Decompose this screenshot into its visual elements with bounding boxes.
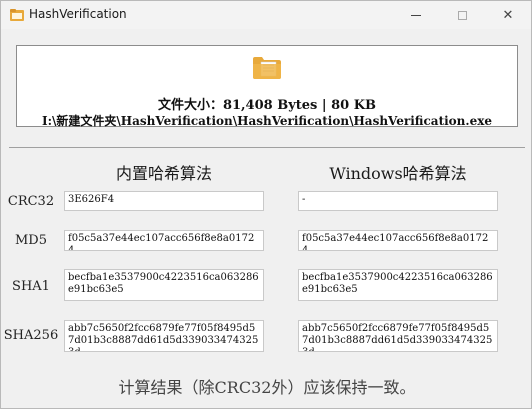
- windows-md5-field[interactable]: f05c5a37e44ec107acc656f8e8a01724: [298, 230, 498, 251]
- close-button[interactable]: ✕: [485, 1, 531, 29]
- close-icon: ✕: [502, 7, 514, 23]
- builtin-sha256-field[interactable]: abb7c5650f2fcc6879fe77f05f8495d57d01b3c8…: [64, 320, 264, 352]
- divider: [9, 147, 525, 148]
- title-bar[interactable]: HashVerification ✕: [1, 1, 531, 29]
- sha256-label: SHA256: [3, 328, 59, 343]
- sha1-label: SHA1: [12, 279, 50, 294]
- file-info-panel[interactable]: 文件大小：81,408 Bytes | 80 KB I:\新建文件夹\HashV…: [16, 45, 518, 128]
- windows-crc32-field[interactable]: -: [298, 191, 498, 211]
- builtin-sha1-field[interactable]: becfba1e3537900c4223516ca063286e91bc63e5: [64, 269, 264, 301]
- crc32-label: CRC32: [7, 194, 55, 209]
- md5-label: MD5: [14, 233, 47, 248]
- window-title: HashVerification: [29, 7, 127, 21]
- builtin-hash-header: 内置哈希算法: [115, 164, 212, 183]
- consistency-note: 计算结果（除CRC32外）应该保持一致。: [118, 378, 416, 397]
- windows-hash-header: Windows哈希算法: [329, 164, 467, 183]
- minimize-button[interactable]: [393, 1, 439, 29]
- windows-sha1-field[interactable]: becfba1e3537900c4223516ca063286e91bc63e5: [298, 269, 498, 301]
- file-size-text: 文件大小：81,408 Bytes | 80 KB: [157, 98, 377, 113]
- builtin-crc32-field[interactable]: 3E626F4: [64, 191, 264, 211]
- maximize-button[interactable]: [439, 1, 485, 29]
- windows-sha256-field[interactable]: abb7c5650f2fcc6879fe77f05f8495d57d01b3c8…: [298, 320, 498, 352]
- maximize-icon: [457, 10, 467, 20]
- folder-icon: [253, 57, 281, 79]
- app-window: HashVerification ✕ 文件大小：81,408 Bytes | 8…: [0, 0, 532, 409]
- app-icon: [10, 9, 24, 21]
- builtin-md5-field[interactable]: f05c5a37e44ec107acc656f8e8a01724: [64, 230, 264, 251]
- file-path-text: I:\新建文件夹\HashVerification\HashVerificati…: [41, 114, 493, 128]
- minimize-icon: [411, 14, 421, 16]
